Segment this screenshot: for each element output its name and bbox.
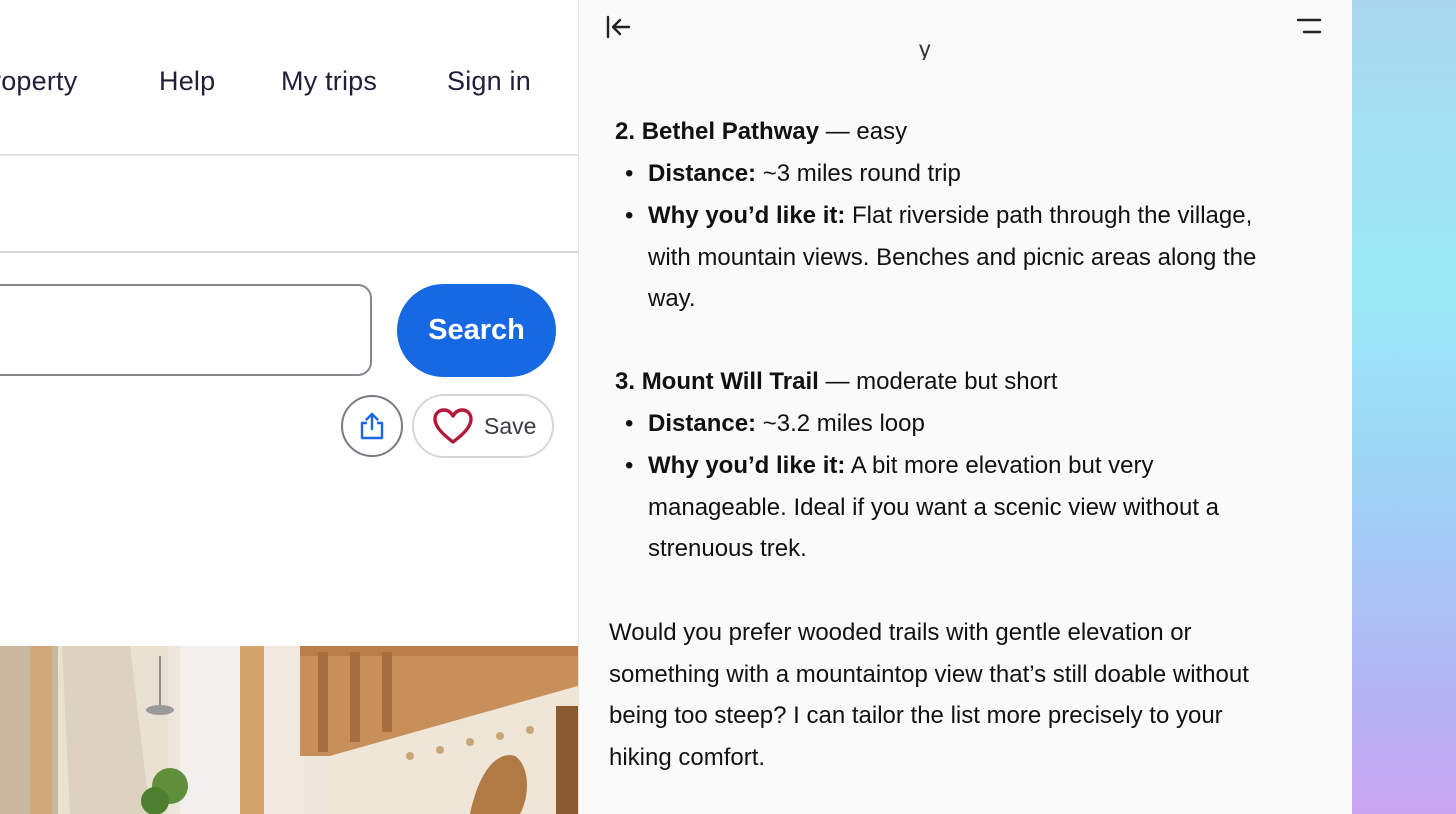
search-button[interactable]: Search	[397, 284, 556, 377]
save-button[interactable]: Save	[412, 394, 554, 458]
scrolled-text-fragment: y	[919, 36, 931, 60]
distance-value: ~3.2 miles loop	[762, 410, 925, 437]
property-photo[interactable]	[0, 646, 578, 814]
share-icon	[360, 412, 384, 440]
nav-help-link[interactable]: Help	[159, 66, 215, 97]
closing-question: Would you prefer wooded trails with gent…	[609, 619, 1249, 771]
collapse-sidebar-icon[interactable]	[605, 14, 631, 40]
list-item: Why you’d like it: A bit more elevation …	[648, 445, 1298, 570]
trail-heading: 3. Mount Will Trail — moderate but short	[615, 368, 1058, 396]
save-button-label: Save	[484, 412, 537, 439]
share-button[interactable]	[341, 395, 403, 457]
desktop-background	[1352, 0, 1456, 814]
room-interior-image	[0, 646, 578, 814]
list-item: Why you’d like it: Flat riverside path t…	[648, 195, 1298, 320]
trail-number: 3.	[615, 368, 636, 395]
why-label: Why you’d like it:	[648, 202, 846, 229]
trail-difficulty: — moderate but short	[825, 368, 1058, 395]
bullet-marker: •	[625, 452, 634, 479]
trail-difficulty: — easy	[825, 118, 908, 145]
trail-number: 2.	[615, 118, 636, 145]
top-navigation: roperty Help My trips Sign in	[0, 0, 578, 156]
divider	[0, 251, 578, 253]
nav-my-trips-link[interactable]: My trips	[281, 66, 377, 97]
search-button-label: Search	[428, 314, 525, 346]
trail-name: Mount Will Trail	[641, 368, 819, 395]
distance-label: Distance:	[648, 410, 757, 437]
menu-icon[interactable]	[1296, 16, 1322, 38]
list-item: Distance: ~3 miles round trip	[648, 153, 1298, 195]
distance-label: Distance:	[648, 160, 757, 187]
assistant-side-panel: y 2. Bethel Pathway — easy • Distance: ~…	[578, 0, 1353, 814]
bullet-marker: •	[625, 160, 634, 187]
trail-name: Bethel Pathway	[641, 118, 820, 145]
nav-list-property-link[interactable]: roperty	[0, 66, 77, 97]
search-input[interactable]	[0, 284, 372, 376]
why-label: Why you’d like it:	[648, 452, 846, 479]
bullet-marker: •	[625, 410, 634, 437]
list-item: Distance: ~3.2 miles loop	[648, 403, 1298, 445]
nav-sign-in-link[interactable]: Sign in	[447, 66, 531, 97]
booking-page: roperty Help My trips Sign in Search Sav…	[0, 0, 578, 814]
trail-heading: 2. Bethel Pathway — easy	[615, 118, 907, 146]
bullet-marker: •	[625, 202, 634, 229]
distance-value: ~3 miles round trip	[762, 160, 961, 187]
heart-icon	[433, 408, 473, 444]
